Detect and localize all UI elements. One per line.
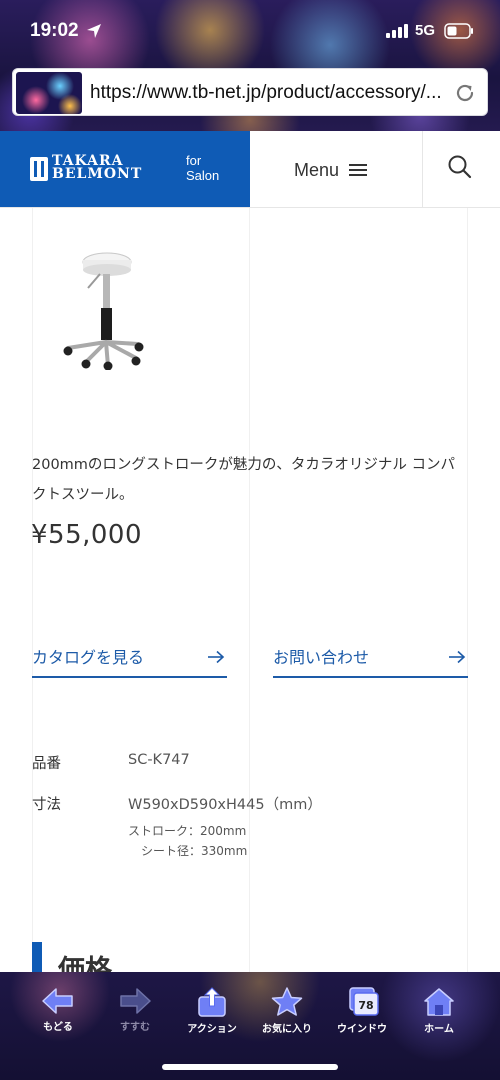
toolbar-label: すすむ <box>120 1022 150 1033</box>
back-arrow-icon <box>42 988 73 1014</box>
toolbar-label: お気に入り <box>262 1024 312 1035</box>
back-button[interactable]: もどる <box>20 984 96 1042</box>
menu-label: Menu <box>294 159 340 180</box>
toolbar-label: ホーム <box>424 1024 454 1035</box>
arrow-right-icon <box>208 650 225 664</box>
toolbar-label: アクション <box>187 1024 237 1035</box>
forward-button[interactable]: すすむ <box>97 984 173 1042</box>
status-bar: 19:02 5G <box>0 0 500 62</box>
forward-arrow-icon <box>120 988 151 1014</box>
toolbar-label: ウインドウ <box>337 1024 387 1035</box>
layout-guide <box>467 208 468 972</box>
brand-line2: BELMONT <box>52 166 143 182</box>
brand-sub-line2: Salon <box>186 168 220 183</box>
section-heading: 価格 <box>58 955 112 972</box>
site-header: TAKARA BELMONT for Salon Menu <box>0 131 500 208</box>
spec-label: 品番 <box>32 756 61 772</box>
search-icon[interactable] <box>447 154 473 180</box>
network-type: 5G <box>415 22 436 39</box>
contact-link-label: お問い合わせ <box>273 648 370 667</box>
spec-label: 寸法 <box>32 797 61 813</box>
spec-value: SC-K747 <box>128 752 190 768</box>
star-icon <box>271 987 303 1016</box>
browser-top-chrome: 19:02 5G https://www.tb-net.jp/product/a… <box>0 0 500 131</box>
brand-mark-icon <box>30 157 48 181</box>
catalog-link[interactable]: カタログを見る <box>32 642 227 678</box>
share-button[interactable]: アクション <box>174 984 250 1042</box>
product-content: 200mmのロングストロークが魅力の、タカラオリジナル コンパクトスツール。 ¥… <box>0 208 500 972</box>
spec-note: シート径：330mm <box>141 844 248 858</box>
section-accent-bar <box>32 942 42 972</box>
windows-icon: 78 <box>349 987 379 1016</box>
layout-guide <box>249 208 250 972</box>
hamburger-icon <box>349 163 368 177</box>
home-button[interactable]: ホーム <box>401 984 477 1042</box>
contact-link[interactable]: お問い合わせ <box>273 642 468 678</box>
share-icon <box>198 987 226 1017</box>
catalog-link-label: カタログを見る <box>32 648 145 667</box>
battery-icon <box>444 23 473 39</box>
windows-button[interactable]: 78 ウインドウ <box>324 984 400 1042</box>
tab-thumbnail[interactable] <box>16 72 82 114</box>
home-indicator <box>162 1064 338 1070</box>
stool-icon <box>63 252 144 370</box>
product-price: ¥55,000 <box>31 520 143 550</box>
product-description: 200mmのロングストロークが魅力の、タカラオリジナル コンパクトスツール。 <box>32 457 456 503</box>
signal-strength-icon <box>386 24 408 38</box>
brand-logo-link[interactable]: TAKARA BELMONT for Salon <box>0 131 250 207</box>
spec-note: ストローク：200mm <box>128 824 247 838</box>
location-arrow-icon <box>87 24 101 38</box>
window-count-badge: 78 <box>358 999 373 1012</box>
header-divider <box>422 131 423 207</box>
toolbar-label: もどる <box>43 1022 73 1033</box>
arrow-right-icon <box>449 650 466 664</box>
brand-sub-line1: for <box>186 153 202 168</box>
url-text[interactable]: https://www.tb-net.jp/product/accessory/… <box>90 82 450 106</box>
menu-button[interactable]: Menu <box>294 157 380 183</box>
status-time: 19:02 <box>30 20 79 41</box>
brand-name: TAKARA BELMONT <box>52 154 143 182</box>
brand-subtitle: for Salon <box>186 153 219 183</box>
layout-guide <box>32 208 33 972</box>
favorites-button[interactable]: お気に入り <box>249 984 325 1042</box>
home-icon <box>424 988 454 1016</box>
reload-icon[interactable] <box>453 81 477 105</box>
spec-value: W590xD590xH445（mm） <box>128 797 322 813</box>
address-bar[interactable]: https://www.tb-net.jp/product/accessory/… <box>12 68 488 116</box>
